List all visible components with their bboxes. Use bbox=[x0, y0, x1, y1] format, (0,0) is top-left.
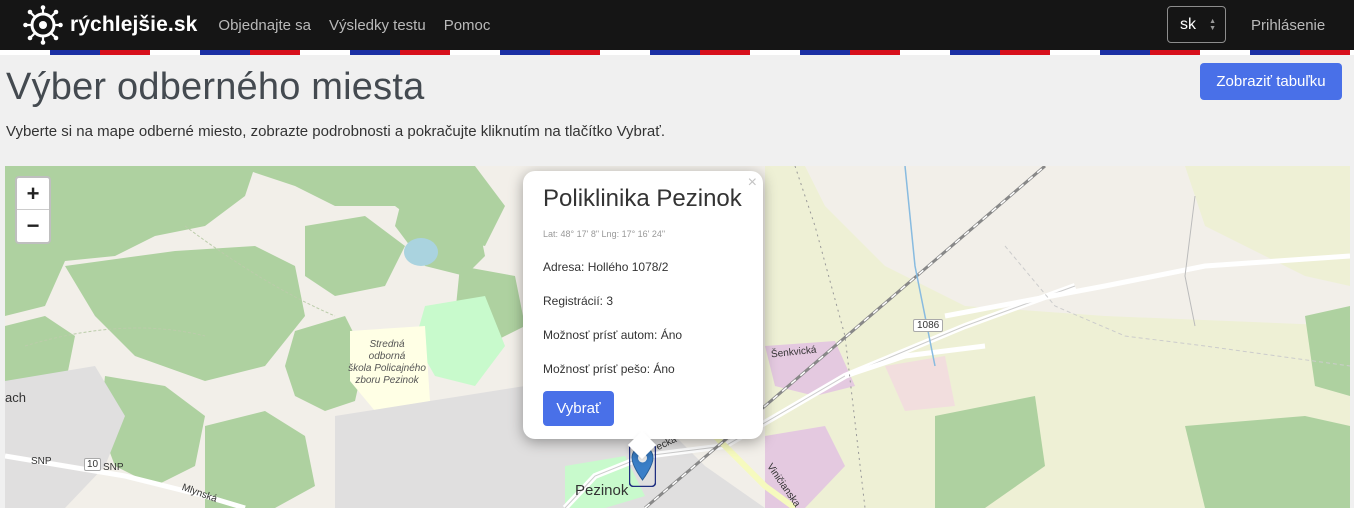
navbar: rýchlejšie.sk Objednajte sa Výsledky tes… bbox=[0, 0, 1354, 50]
map-label-snp: SNP bbox=[31, 456, 52, 467]
zoom-out-button[interactable]: − bbox=[17, 210, 49, 241]
popup-coordinates: Lat: 48° 17' 8" Lng: 17° 16' 24" bbox=[543, 229, 666, 239]
map[interactable]: Stredná odborná škola Policajného zboru … bbox=[5, 166, 1350, 508]
language-value: sk bbox=[1180, 15, 1196, 33]
map-label-road-number: 1086 bbox=[913, 319, 944, 332]
flag-stripe bbox=[0, 50, 1354, 55]
nav-link-help[interactable]: Pomoc bbox=[444, 17, 491, 34]
map-label-school-line: škola Policajného bbox=[348, 363, 426, 374]
map-label-school-line: zboru Pezinok bbox=[355, 375, 419, 386]
brand[interactable]: rýchlejšie.sk bbox=[23, 5, 197, 45]
popup-title: Poliklinika Pezinok bbox=[543, 185, 742, 212]
popup-registrations: Registrácií: 3 bbox=[543, 294, 614, 308]
brand-name: rýchlejšie.sk bbox=[70, 13, 198, 36]
page-title: Výber odberného miesta bbox=[6, 66, 425, 108]
map-label-school: Stredná odborná škola Policajného zboru … bbox=[342, 339, 432, 387]
location-popup: × Poliklinika Pezinok Lat: 48° 17' 8" Ln… bbox=[523, 171, 763, 460]
zoom-control: + − bbox=[15, 176, 51, 244]
map-label-road-10: 10 bbox=[84, 458, 102, 471]
page-subtitle: Vyberte si na mape odberné miesto, zobra… bbox=[6, 123, 666, 140]
nav-links: Objednajte sa Výsledky testu Pomoc bbox=[218, 17, 508, 34]
popup-address: Adresa: Hollého 1078/2 bbox=[543, 260, 669, 274]
popup-car-access: Možnosť prísť autom: Áno bbox=[543, 328, 683, 342]
nav-link-results[interactable]: Výsledky testu bbox=[329, 17, 426, 34]
map-label-school-line: Stredná bbox=[369, 339, 405, 350]
select-button[interactable]: Vybrať bbox=[543, 391, 614, 426]
language-select[interactable]: sk ▲ ▼ bbox=[1167, 6, 1226, 43]
map-label-town: Pezinok bbox=[575, 482, 629, 499]
login-link[interactable]: Prihlásenie bbox=[1251, 17, 1325, 34]
nav-link-order[interactable]: Objednajte sa bbox=[218, 17, 311, 34]
select-arrows-icon: ▲ ▼ bbox=[1209, 18, 1216, 32]
close-icon[interactable]: × bbox=[748, 174, 757, 192]
show-table-button[interactable]: Zobraziť tabuľku bbox=[1200, 63, 1342, 100]
popup-walk-access: Možnosť prísť pešo: Áno bbox=[543, 362, 675, 376]
zoom-in-button[interactable]: + bbox=[17, 178, 49, 210]
map-label-school-line: odborná bbox=[368, 351, 406, 362]
virus-logo-icon bbox=[23, 5, 63, 45]
map-label-snp: SNP bbox=[103, 462, 124, 473]
map-label-left-edge: ach bbox=[5, 390, 26, 405]
